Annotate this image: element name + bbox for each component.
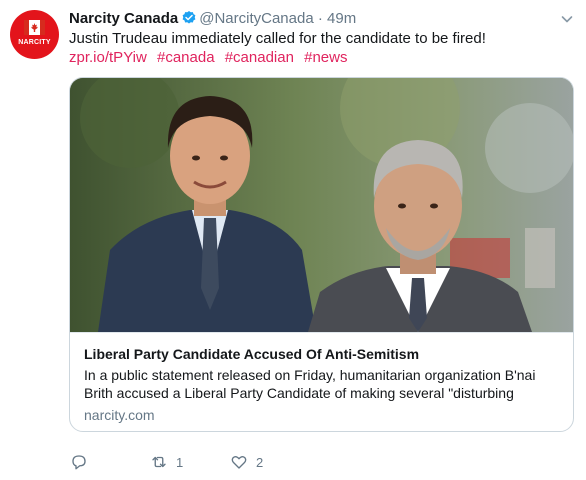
tweet-links: zpr.io/tPYiw #canada #canadian #news <box>69 48 353 68</box>
author-name[interactable]: Narcity Canada <box>69 10 178 27</box>
avatar-wordmark: NARCITY <box>18 39 51 46</box>
card-domain: narcity.com <box>84 407 155 423</box>
verified-badge-icon <box>182 11 196 24</box>
retweet-icon <box>152 456 166 468</box>
card-description: In a public statement released on Friday… <box>84 367 536 401</box>
link-card[interactable]: Liberal Party Candidate Accused Of Anti-… <box>69 77 574 432</box>
retweet-count: 1 <box>176 454 184 470</box>
card-body: Liberal Party Candidate Accused Of Anti-… <box>70 332 573 423</box>
reply-button[interactable] <box>70 453 96 471</box>
tweet-link[interactable]: zpr.io/tPYiw <box>69 49 147 66</box>
like-button[interactable]: 2 <box>230 453 263 471</box>
reply-icon <box>72 455 86 470</box>
separator-dot: · <box>317 10 323 27</box>
tweet-header: Narcity Canada @NarcityCanada · 49m <box>69 9 546 29</box>
retweet-button[interactable]: 1 <box>150 453 183 471</box>
heart-icon <box>231 456 247 469</box>
card-title[interactable]: Liberal Party Candidate Accused Of Anti-… <box>84 345 564 363</box>
hashtag-canadian[interactable]: #canadian <box>225 49 294 66</box>
avatar[interactable]: NARCITY <box>10 10 59 59</box>
chevron-down-icon[interactable] <box>560 12 574 26</box>
hashtag-canada[interactable]: #canada <box>157 49 215 66</box>
tweet-timestamp[interactable]: 49m <box>327 10 356 27</box>
author-handle[interactable]: @NarcityCanada <box>199 10 313 27</box>
like-count: 2 <box>256 454 264 470</box>
card-image[interactable] <box>70 78 573 332</box>
canada-flag-icon <box>24 20 45 35</box>
tweet-text: Justin Trudeau immediately called for th… <box>69 30 486 47</box>
hashtag-news[interactable]: #news <box>304 49 347 66</box>
card-photo <box>70 78 573 332</box>
